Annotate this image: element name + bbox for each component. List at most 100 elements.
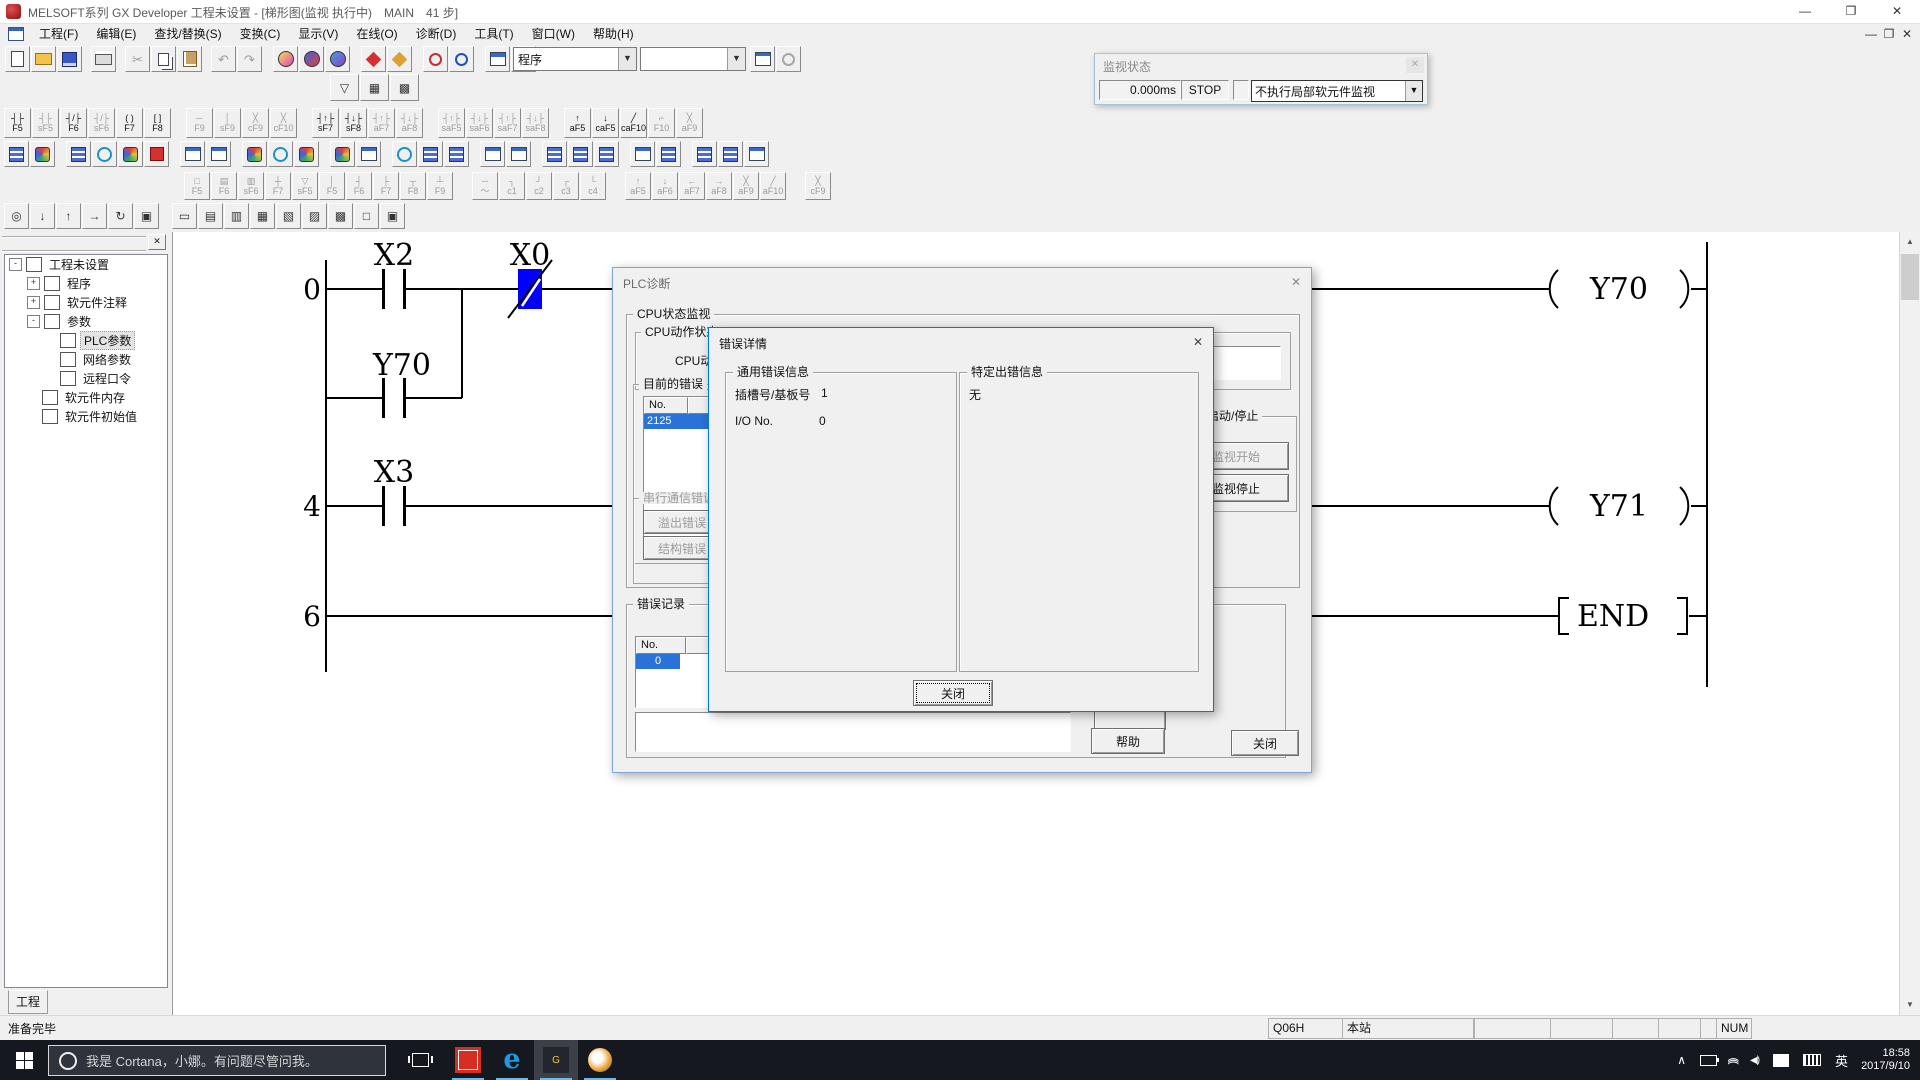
view-toolbar-button[interactable]: ▽ xyxy=(330,74,359,101)
toolbar-button[interactable] xyxy=(692,141,717,167)
ladder-symbol-button[interactable]: ┤↑├saF5 xyxy=(438,108,465,138)
tree-expander[interactable] xyxy=(27,411,38,422)
ladder-symbol-button[interactable]: │sF9 xyxy=(214,108,241,138)
project-tab[interactable]: 工程 xyxy=(8,990,48,1014)
write-mode-button[interactable] xyxy=(361,46,386,72)
toolbar-button[interactable]: ↑ xyxy=(56,203,81,229)
monitor-mode-button[interactable] xyxy=(387,46,412,72)
ladder-symbol-button[interactable]: ┤├sF5 xyxy=(32,108,59,138)
tree-item[interactable]: + 程序 xyxy=(5,274,167,293)
tree-item[interactable]: + 软元件注释 xyxy=(5,293,167,312)
tree-expander[interactable]: - xyxy=(27,315,40,328)
sfc-symbol-button[interactable]: ┌c3 xyxy=(553,172,579,200)
toolbar-button[interactable]: ▤ xyxy=(198,203,223,229)
ladder-symbol-button[interactable]: ╱caF10 xyxy=(620,108,647,138)
toolbar-button[interactable]: ↓ xyxy=(30,203,55,229)
toolbar-button[interactable]: ↻ xyxy=(108,203,133,229)
toolbar-button[interactable] xyxy=(4,141,29,167)
toolbar-button[interactable]: ▣ xyxy=(134,203,159,229)
end-instruction[interactable]: END xyxy=(1577,599,1649,634)
device-test-button[interactable] xyxy=(776,46,801,72)
toolbar-button[interactable] xyxy=(118,141,143,167)
minimize-button[interactable]: — xyxy=(1782,0,1828,23)
sfc-symbol-button[interactable]: ┤F6 xyxy=(346,172,372,200)
ladder-symbol-button[interactable]: ┤├F5 xyxy=(4,108,31,138)
window-split-button[interactable] xyxy=(485,46,510,72)
task-view-button[interactable] xyxy=(398,1040,442,1080)
ladder-symbol-button[interactable]: ↑aF5 xyxy=(564,108,591,138)
ladder-symbol-button[interactable]: ┤↑├sF7 xyxy=(312,108,339,138)
start-button[interactable] xyxy=(0,1040,48,1080)
toolbar-button[interactable] xyxy=(144,141,169,167)
sfc-symbol-button[interactable]: ╱aF10 xyxy=(760,172,786,200)
panel-splitter[interactable] xyxy=(2,236,146,252)
tree-item[interactable]: 网络参数 xyxy=(5,350,167,369)
ladder-list-button[interactable] xyxy=(750,46,775,72)
sfc-symbol-button[interactable]: →aF8 xyxy=(706,172,732,200)
input-language-indicator[interactable]: 英 xyxy=(1835,1051,1848,1070)
toolbar-button[interactable] xyxy=(480,141,505,167)
menu-item[interactable]: 编辑(E) xyxy=(87,24,145,44)
sfc-symbol-button[interactable]: ▽sF5 xyxy=(292,172,318,200)
toolbar-button[interactable]: ▣ xyxy=(380,203,405,229)
toolbar-button[interactable] xyxy=(242,141,267,167)
undo-button[interactable]: ↶ xyxy=(211,46,236,72)
mdi-restore-button[interactable]: ❐ xyxy=(1880,27,1898,41)
menu-item[interactable]: 查找/替换(S) xyxy=(145,24,230,44)
find-string-button[interactable] xyxy=(325,46,350,72)
cut-button[interactable]: ✂ xyxy=(125,46,150,72)
ladder-symbol-button[interactable]: ┤↓├sF8 xyxy=(340,108,367,138)
tree-item[interactable]: 软元件内存 xyxy=(5,388,167,407)
sfc-symbol-button[interactable]: ┬F8 xyxy=(400,172,426,200)
mdi-minimize-button[interactable]: — xyxy=(1862,27,1880,41)
tree-item[interactable]: - 参数 xyxy=(5,312,167,331)
tree-item[interactable]: 软元件初始值 xyxy=(5,407,167,426)
view-toolbar-button[interactable]: ▩ xyxy=(390,74,419,101)
tree-expander[interactable] xyxy=(45,354,56,365)
notification-icon[interactable] xyxy=(1773,1054,1789,1067)
sfc-symbol-button[interactable]: ╳cF9 xyxy=(805,172,831,200)
scroll-up-arrow[interactable]: ▲ xyxy=(1901,233,1919,251)
taskbar-app-melsoft[interactable] xyxy=(446,1040,490,1080)
plc-dialog-close-icon[interactable]: ✕ xyxy=(1287,274,1305,290)
toolbar-button[interactable]: ▩ xyxy=(328,203,353,229)
tree-expander[interactable] xyxy=(27,392,38,403)
chevron-down-icon[interactable]: ▼ xyxy=(727,48,745,70)
mdi-close-button[interactable]: ✕ xyxy=(1898,27,1916,41)
toolbar-button[interactable] xyxy=(656,141,681,167)
tree-item[interactable]: 远程口令 xyxy=(5,369,167,388)
toolbar-button[interactable] xyxy=(66,141,91,167)
panel-close-button[interactable]: ✕ xyxy=(148,234,166,250)
ladder-symbol-button[interactable]: ┤↓├saF6 xyxy=(466,108,493,138)
coil-label-y71[interactable]: Y71 xyxy=(1589,489,1648,524)
tree-expander[interactable]: + xyxy=(27,277,40,290)
sfc-symbol-button[interactable]: ↑aF5 xyxy=(625,172,651,200)
toolbar-button[interactable] xyxy=(630,141,655,167)
ladder-symbol-button[interactable]: ┤/├sF6 xyxy=(88,108,115,138)
device-monitor-combo[interactable]: 不执行局部软元件监视 ▼ xyxy=(1251,80,1423,102)
tray-expand-icon[interactable]: ∧ xyxy=(1677,1053,1686,1067)
sfc-symbol-button[interactable]: ┼F7 xyxy=(265,172,291,200)
menu-item[interactable]: 工程(F) xyxy=(30,24,87,44)
toolbar-button[interactable]: ▦ xyxy=(250,203,275,229)
tree-expander[interactable]: + xyxy=(27,296,40,309)
toolbar-button[interactable] xyxy=(744,141,769,167)
toolbar-button[interactable] xyxy=(418,141,443,167)
toolbar-button[interactable] xyxy=(180,141,205,167)
ladder-symbol-button[interactable]: ╳cF9 xyxy=(242,108,269,138)
ladder-symbol-button[interactable]: ┤/├F6 xyxy=(60,108,87,138)
menu-item[interactable]: 在线(O) xyxy=(347,24,406,44)
sfc-symbol-button[interactable]: ↓aF6 xyxy=(652,172,678,200)
paste-button[interactable] xyxy=(177,46,202,72)
program-type-combo[interactable]: 程序 ▼ xyxy=(513,47,637,71)
contact-label-x0[interactable]: X0 xyxy=(510,238,550,273)
ladder-symbol-button[interactable]: ┤↓├saF8 xyxy=(522,108,549,138)
speaker-icon[interactable]: ◀) xyxy=(1750,1055,1759,1066)
ladder-symbol-button[interactable]: ┤↓├aF8 xyxy=(396,108,423,138)
wifi-icon[interactable]: ((( xyxy=(1728,1058,1740,1063)
toolbar-button[interactable] xyxy=(542,141,567,167)
touch-keyboard-icon[interactable] xyxy=(1803,1054,1821,1066)
menu-item[interactable]: 诊断(D) xyxy=(407,24,466,44)
toolbar-button[interactable]: ▧ xyxy=(276,203,301,229)
new-project-button[interactable] xyxy=(5,46,30,72)
